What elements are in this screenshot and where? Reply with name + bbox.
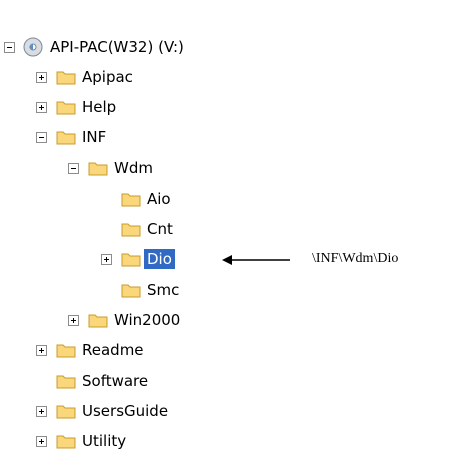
tree-item-inf[interactable]: INF [79, 127, 109, 147]
tree-item-dio[interactable]: Dio [144, 249, 175, 269]
folder-icon [56, 131, 76, 145]
cd-drive-icon [23, 37, 43, 57]
folder-icon [121, 193, 141, 207]
tree-item-smc[interactable]: Smc [144, 280, 182, 300]
tree-item-software[interactable]: Software [79, 371, 151, 391]
inf-collapse-toggle[interactable] [36, 132, 47, 143]
folder-icon [121, 253, 141, 267]
folder-icon [121, 223, 141, 237]
wdm-collapse-toggle[interactable] [68, 163, 79, 174]
arrow-left-icon [222, 255, 290, 265]
tree-item-win2000[interactable]: Win2000 [111, 310, 183, 330]
readme-expand-toggle[interactable] [36, 345, 47, 356]
win2000-expand-toggle[interactable] [68, 315, 79, 326]
tree-item-cnt[interactable]: Cnt [144, 219, 176, 239]
help-expand-toggle[interactable] [36, 102, 47, 113]
tree-item-aio[interactable]: Aio [144, 189, 174, 209]
tree-item-utility[interactable]: Utility [79, 431, 129, 451]
tree-root-label[interactable]: API-PAC(W32) (V:) [47, 37, 187, 57]
folder-icon [56, 344, 76, 358]
usersguide-expand-toggle[interactable] [36, 406, 47, 417]
root-collapse-toggle[interactable] [4, 42, 15, 53]
path-annotation: \INF\Wdm\Dio [312, 251, 399, 266]
tree-item-apipac[interactable]: Apipac [79, 67, 136, 87]
tree-item-wdm[interactable]: Wdm [111, 158, 156, 178]
apipac-expand-toggle[interactable] [36, 72, 47, 83]
tree-item-usersguide[interactable]: UsersGuide [79, 401, 171, 421]
utility-expand-toggle[interactable] [36, 436, 47, 447]
folder-icon [56, 435, 76, 449]
folder-icon [56, 71, 76, 85]
tree-item-readme[interactable]: Readme [79, 340, 147, 360]
folder-icon [56, 375, 76, 389]
folder-icon [88, 314, 108, 328]
folder-icon [121, 284, 141, 298]
folder-icon [56, 101, 76, 115]
tree-item-help[interactable]: Help [79, 97, 119, 117]
folder-icon [56, 405, 76, 419]
folder-icon [88, 162, 108, 176]
dio-expand-toggle[interactable] [101, 254, 112, 265]
